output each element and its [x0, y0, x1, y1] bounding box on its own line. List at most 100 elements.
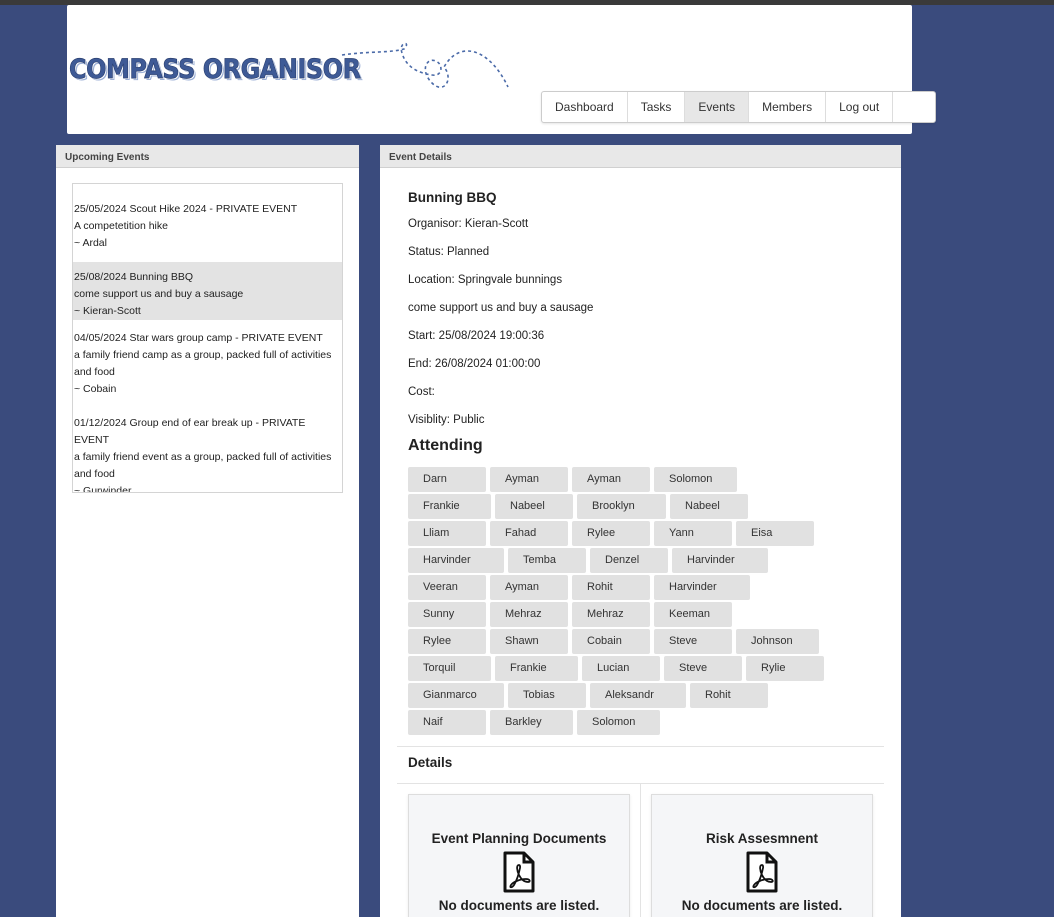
no-documents-text: No documents are listed. [681, 898, 843, 913]
attendee-chip[interactable]: Gianmarco [408, 683, 504, 708]
attendee-row: Naif Barkley Solomon [408, 710, 878, 737]
event-start: Start: 25/08/2024 19:00:36 [408, 330, 545, 342]
attendee-chip[interactable]: Rohit [572, 575, 650, 600]
details-heading: Details [408, 755, 453, 770]
attendee-row: Torquil Frankie Lucian Steve Rylie [408, 656, 878, 683]
event-end: End: 26/08/2024 01:00:00 [408, 358, 541, 370]
attendee-chip[interactable]: Nabeel [495, 494, 573, 519]
event-details-panel: Event Details Bunning BBQ Organisor: Kie… [380, 145, 901, 917]
attendee-row: Sunny Mehraz Mehraz Keeman [408, 602, 878, 629]
card-title: Event Planning Documents [431, 831, 607, 846]
attendee-chip[interactable]: Denzel [590, 548, 668, 573]
nav-members[interactable]: Members [749, 92, 827, 122]
attendee-chip[interactable]: Harvinder [654, 575, 750, 600]
attendee-row: Veeran Ayman Rohit Harvinder [408, 575, 878, 602]
upcoming-events-header: Upcoming Events [56, 145, 359, 168]
nav-log-out[interactable]: Log out [826, 92, 894, 122]
nav-events[interactable]: Events [685, 92, 750, 122]
attendee-chip[interactable]: Sunny [408, 602, 486, 627]
event-description: come support us and buy a sausage [408, 302, 594, 314]
attendee-list: Darn Ayman Ayman Solomon Frankie Nabeel Brookl… [408, 467, 878, 737]
card-title: Risk Assesmnent [705, 831, 819, 846]
event-list[interactable]: 25/05/2024 Scout Hike 2024 - PRIVATE EVE… [72, 183, 343, 493]
event-organiser: Organisor: Kieran-Scott [408, 218, 529, 230]
attendee-chip[interactable]: Keeman [654, 602, 732, 627]
attendee-chip[interactable]: Frankie [408, 494, 491, 519]
risk-assessment-card: Risk Assesmnent No documents are listed. [651, 794, 873, 917]
event-location: Location: Springvale bunnings [408, 274, 563, 286]
attendee-chip[interactable]: Cobain [572, 629, 650, 654]
pdf-icon[interactable] [652, 851, 872, 895]
event-planning-documents-card: Event Planning Documents No documents ar… [408, 794, 630, 917]
attendee-chip[interactable]: Solomon [577, 710, 660, 735]
attendee-chip[interactable]: Steve [664, 656, 742, 681]
attending-heading: Attending [408, 437, 483, 454]
column-divider [640, 784, 641, 917]
event-list-item[interactable]: 25/08/2024 Bunning BBQ come support us an… [73, 262, 342, 320]
event-status: Status: Planned [408, 246, 490, 258]
event-item-description: a family friend event as a group, packed… [74, 451, 332, 480]
attendee-chip[interactable]: Rylee [408, 629, 486, 654]
nav-empty-slot [893, 92, 935, 122]
event-item-organiser: ~ Cobain [74, 383, 117, 395]
event-list-item[interactable]: 04/05/2024 Star wars group camp - PRIVAT… [73, 330, 342, 398]
event-item-title: 01/12/2024 Group end of ear break up - P… [74, 417, 306, 446]
main-nav: Dashboard Tasks Events Members Log out [541, 91, 937, 123]
attendee-chip[interactable]: Barkley [490, 710, 573, 735]
divider [397, 746, 884, 747]
attendee-chip[interactable]: Torquil [408, 656, 491, 681]
attendee-row: Darn Ayman Ayman Solomon [408, 467, 878, 494]
attendee-chip[interactable]: Brooklyn [577, 494, 666, 519]
attendee-chip[interactable]: Aleksandr [590, 683, 686, 708]
attendee-chip[interactable]: Solomon [654, 467, 737, 492]
no-documents-text: No documents are listed. [438, 898, 600, 913]
attendee-chip[interactable]: Nabeel [670, 494, 748, 519]
attendee-chip[interactable]: Ayman [572, 467, 650, 492]
event-list-item[interactable]: 25/05/2024 Scout Hike 2024 - PRIVATE EVE… [73, 201, 342, 252]
event-visibility: Visiblity: Public [408, 414, 485, 426]
attendee-chip[interactable]: Mehraz [490, 602, 568, 627]
event-item-organiser: ~ Ardal [74, 237, 107, 249]
event-details-header: Event Details [380, 145, 901, 168]
event-item-description: A competetition hike [74, 220, 168, 232]
event-item-title: 25/05/2024 Scout Hike 2024 - PRIVATE EVE… [74, 203, 298, 215]
attendee-chip[interactable]: Eisa [736, 521, 814, 546]
event-list-item[interactable]: 01/12/2024 Group end of ear break up - P… [73, 415, 342, 493]
attendee-chip[interactable]: Harvinder [408, 548, 504, 573]
nav-tasks[interactable]: Tasks [628, 92, 686, 122]
attendee-chip[interactable]: Rylee [572, 521, 650, 546]
attendee-chip[interactable]: Steve [654, 629, 732, 654]
attendee-chip[interactable]: Darn [408, 467, 486, 492]
attendee-chip[interactable]: Johnson [736, 629, 819, 654]
attendee-row: Gianmarco Tobias Aleksandr Rohit [408, 683, 878, 710]
attendee-chip[interactable]: Naif [408, 710, 486, 735]
attendee-row: Harvinder Temba Denzel Harvinder [408, 548, 878, 575]
nav-dashboard[interactable]: Dashboard [542, 92, 628, 122]
event-item-description: come support us and buy a sausage [74, 288, 244, 300]
attendee-chip[interactable]: Veeran [408, 575, 486, 600]
attendee-chip[interactable]: Ayman [490, 575, 568, 600]
event-item-title: 04/05/2024 Star wars group camp - PRIVAT… [74, 332, 323, 344]
attendee-chip[interactable]: Lliam [408, 521, 486, 546]
attendee-row: Rylee Shawn Cobain Steve Johnson [408, 629, 878, 656]
attendee-chip[interactable]: Temba [508, 548, 586, 573]
event-title: Bunning BBQ [408, 190, 497, 205]
event-cost: Cost: [408, 386, 435, 398]
event-item-description: a family friend camp as a group, packed … [74, 349, 332, 378]
event-item-organiser: ~ Gurwinder [74, 485, 132, 493]
attendee-chip[interactable]: Ayman [490, 467, 568, 492]
attendee-chip[interactable]: Harvinder [672, 548, 768, 573]
app-header: COMPASS ORGANISOR Dashboard Tasks Events Me… [67, 5, 937, 134]
attendee-chip[interactable]: Rohit [690, 683, 768, 708]
attendee-chip[interactable]: Frankie [495, 656, 578, 681]
attendee-chip[interactable]: Tobias [508, 683, 586, 708]
attendee-chip[interactable]: Rylie [746, 656, 824, 681]
attendee-chip[interactable]: Yann [654, 521, 732, 546]
pdf-icon[interactable] [409, 851, 629, 895]
app-logo[interactable]: COMPASS ORGANISOR [69, 53, 362, 84]
attendee-chip[interactable]: Mehraz [572, 602, 650, 627]
event-details-body: Bunning BBQ Organisor: Kieran-Scott Stat… [408, 190, 878, 459]
attendee-chip[interactable]: Fahad [490, 521, 568, 546]
attendee-chip[interactable]: Shawn [490, 629, 568, 654]
attendee-chip[interactable]: Lucian [582, 656, 660, 681]
